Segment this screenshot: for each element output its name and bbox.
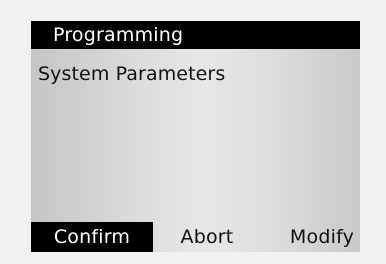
abort-softkey[interactable]: Abort bbox=[170, 222, 244, 252]
modify-softkey[interactable]: Modify bbox=[284, 222, 360, 252]
confirm-softkey[interactable]: Confirm bbox=[31, 222, 153, 252]
softkey-bar: Confirm Abort Modify bbox=[31, 222, 360, 252]
screen-title: Programming bbox=[31, 21, 360, 49]
lcd-screen: Programming System Parameters Confirm Ab… bbox=[31, 21, 360, 252]
menu-item-system-parameters[interactable]: System Parameters bbox=[38, 62, 225, 86]
